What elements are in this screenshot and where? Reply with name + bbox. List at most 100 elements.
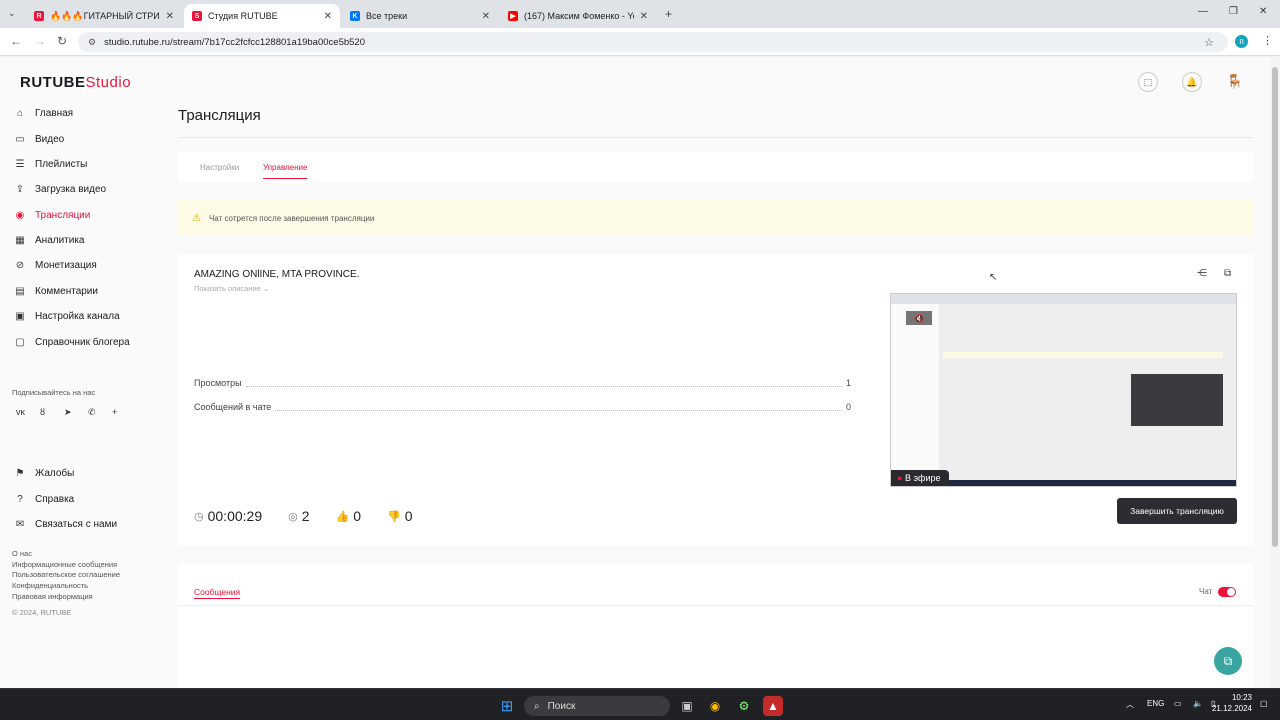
minimize-icon[interactable]: —: [1198, 6, 1208, 17]
maximize-icon[interactable]: ❐: [1229, 6, 1238, 17]
tab-settings[interactable]: Настройки: [200, 163, 239, 172]
mouse-cursor-icon: ↖: [989, 272, 998, 283]
telegram-icon[interactable]: ➤: [64, 407, 72, 418]
clock-time[interactable]: 10:23: [1218, 693, 1252, 702]
notifications-icon[interactable]: ▢: [1260, 699, 1268, 708]
analytics-icon: ▦: [15, 234, 25, 246]
close-tab-icon[interactable]: ✕: [640, 11, 648, 22]
footer-link-privacy[interactable]: Конфиденциальность: [12, 581, 88, 590]
messages-divider: [178, 605, 1253, 606]
stream-preview[interactable]: 🔇 ● В эфире: [890, 293, 1237, 487]
share-icon[interactable]: ⋲: [1197, 268, 1207, 279]
tab-messages[interactable]: Сообщения: [194, 587, 241, 599]
tab-title: Студия RUTUBE: [208, 11, 278, 21]
browser-tab-2[interactable]: S Студия RUTUBE ✕: [184, 4, 340, 28]
views-label: Просмотры: [194, 378, 242, 388]
tab-title: Все треки: [366, 11, 408, 21]
footer-link-info[interactable]: Информационные сообщения: [12, 560, 117, 569]
dotted-leader: [275, 403, 842, 411]
viber-icon[interactable]: ✆: [88, 407, 96, 418]
external-link-icon[interactable]: ⧉: [1224, 268, 1231, 279]
flag-icon: ⚑: [15, 467, 25, 479]
scrollbar-thumb[interactable]: [1272, 67, 1278, 547]
support-chat-button[interactable]: ⧉: [1214, 647, 1242, 675]
sidebar-item-label: Комментарии: [35, 285, 98, 297]
ok-icon[interactable]: ȣ: [40, 407, 45, 417]
tray-chevron-icon[interactable]: ︿: [1126, 699, 1134, 710]
tab-management[interactable]: Управление: [263, 163, 308, 179]
chrome-icon[interactable]: ◉: [705, 696, 725, 716]
sidebar-item-playlists[interactable]: ☰ Плейлисты: [14, 155, 88, 173]
footer-link-about[interactable]: О нас: [12, 549, 32, 558]
subscribe-label: Подписывайтесь на нас: [12, 388, 96, 397]
sidebar-item-broadcasts[interactable]: ◉ Трансляции: [14, 206, 91, 224]
back-icon[interactable]: ←: [10, 34, 22, 48]
end-stream-button[interactable]: Завершить трансляцию: [1117, 498, 1237, 524]
sidebar-item-home[interactable]: ⌂ Главная: [14, 104, 73, 122]
sidebar-item-video[interactable]: ▭ Видео: [14, 130, 64, 148]
sidebar-item-help[interactable]: ? Справка: [14, 490, 74, 508]
tab-search-icon[interactable]: ⌄: [8, 8, 16, 19]
app-icon[interactable]: ⚙: [734, 696, 754, 716]
show-description-link[interactable]: Показать описание ⌄: [194, 284, 269, 293]
on-air-label: В эфире: [904, 473, 941, 483]
thumbs-up-icon: 👍: [335, 510, 350, 523]
close-window-icon[interactable]: ✕: [1259, 6, 1267, 17]
windows-start-icon[interactable]: ⊞: [497, 696, 517, 716]
profile-avatar-icon[interactable]: п: [1235, 35, 1248, 48]
new-tab-icon[interactable]: +: [665, 7, 672, 21]
browser-tab-1[interactable]: R 🔥🔥🔥ГИТАРНЫЙ СТРИМ Б ✕: [26, 4, 182, 28]
sidebar-item-label: Аналитика: [35, 234, 85, 246]
reload-icon[interactable]: ↻: [57, 34, 67, 48]
site-info-icon[interactable]: ⚙: [88, 37, 96, 48]
chat-bubble-icon: ⧉: [1223, 653, 1233, 668]
address-bar[interactable]: ⚙ studio.rutube.ru/stream/7b17cc2fcfcc12…: [78, 32, 1228, 52]
channel-avatar-icon[interactable]: 🪑: [1226, 73, 1243, 90]
messages-card: Сообщения Чат: [178, 564, 1253, 688]
close-tab-icon[interactable]: ✕: [482, 11, 490, 22]
forward-icon[interactable]: →: [34, 34, 46, 48]
chat-toggle[interactable]: [1218, 587, 1236, 597]
sidebar-item-upload[interactable]: ⇪ Загрузка видео: [14, 180, 106, 198]
thumbs-down-icon: 👎: [387, 510, 401, 523]
logo-brand: RUTUBE: [20, 74, 86, 91]
sidebar-item-analytics[interactable]: ▦ Аналитика: [14, 231, 85, 249]
sidebar-item-blogger-guide[interactable]: ▢ Справочник блогера: [14, 333, 129, 351]
more-social-icon[interactable]: +: [112, 407, 117, 417]
browser-menu-icon[interactable]: ⋮: [1262, 34, 1273, 47]
clock-date[interactable]: 21.12.2024: [1206, 704, 1252, 713]
browser-tab-4[interactable]: ▶ (167) Максим Фоменко - YouT ✕: [500, 4, 656, 28]
sidebar-item-label: Настройка канала: [35, 310, 120, 322]
footer-link-legal[interactable]: Правовая информация: [12, 592, 93, 601]
bookmark-star-icon[interactable]: ☆: [1204, 36, 1214, 49]
notifications-bell-icon[interactable]: 🔔: [1182, 72, 1202, 92]
task-view-icon[interactable]: ▣: [677, 696, 697, 716]
likes-stat: 👍 0: [336, 508, 362, 524]
browser-tab-3[interactable]: K Все треки ✕: [342, 4, 498, 28]
sidebar-item-label: Жалобы: [35, 467, 75, 479]
warning-text: Чат сотрется после завершения трансляции: [208, 213, 375, 223]
vk-icon[interactable]: ᴠᴋ: [16, 407, 25, 417]
network-icon[interactable]: ▭: [1174, 699, 1182, 708]
sidebar-item-monetization[interactable]: ⊘ Монетизация: [14, 256, 97, 274]
mute-icon[interactable]: 🔇: [906, 311, 932, 325]
page-scrollbar[interactable]: [1270, 57, 1280, 688]
taskbar-search[interactable]: ⌕ Поиск: [524, 696, 670, 716]
close-tab-icon[interactable]: ✕: [324, 11, 332, 22]
preview-nested-stream: [1131, 374, 1223, 426]
home-icon: ⌂: [16, 107, 24, 119]
language-indicator[interactable]: ENG: [1147, 699, 1164, 708]
sidebar-item-comments[interactable]: ▤ Комментарии: [14, 282, 98, 300]
dislikes-stat: 👎 0: [387, 508, 413, 524]
footer-link-agreement[interactable]: Пользовательское соглашение: [12, 570, 120, 579]
rutube-studio-logo[interactable]: RUTUBEStudio: [20, 74, 131, 91]
volume-icon[interactable]: 🔈: [1193, 699, 1203, 708]
obs-app-icon[interactable]: ▲: [763, 696, 783, 716]
upload-icon-button[interactable]: ⬚: [1138, 72, 1158, 92]
sidebar-item-complaints[interactable]: ⚑ Жалобы: [14, 464, 75, 482]
sidebar-item-channel-settings[interactable]: ▣ Настройка канала: [14, 307, 120, 325]
sidebar-item-contact[interactable]: ✉ Связаться с нами: [14, 515, 117, 533]
chat-messages-row: Сообщений в чате 0: [194, 402, 851, 412]
close-tab-icon[interactable]: ✕: [166, 11, 174, 22]
playlist-icon: ☰: [15, 158, 25, 170]
